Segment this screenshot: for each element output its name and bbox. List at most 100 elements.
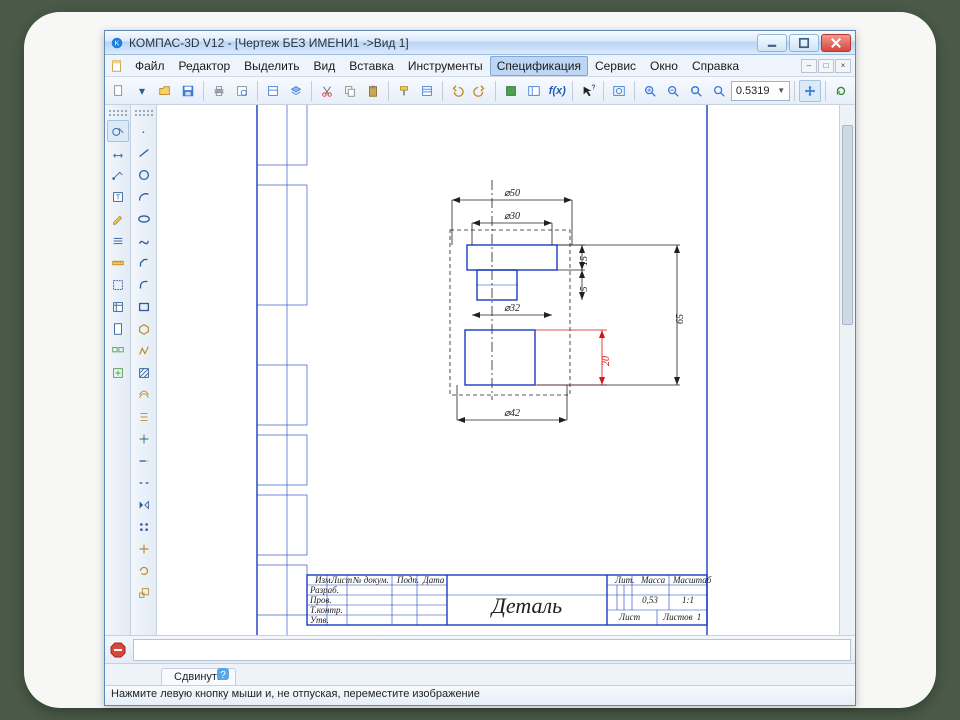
edit-tool[interactable] xyxy=(107,208,129,230)
annotation-tool[interactable] xyxy=(107,164,129,186)
geometry-tool[interactable] xyxy=(107,120,129,142)
parameters-tool[interactable] xyxy=(107,230,129,252)
equidistant-tool[interactable] xyxy=(133,406,155,428)
svg-text:Деталь: Деталь xyxy=(490,593,562,618)
maximize-button[interactable] xyxy=(789,34,819,52)
save-button[interactable] xyxy=(177,80,199,102)
zoom-input[interactable]: 0.5319 ▼ xyxy=(731,81,790,101)
menu-window[interactable]: Окно xyxy=(643,56,685,76)
format-painter-button[interactable] xyxy=(393,80,415,102)
scrollbar-thumb[interactable] xyxy=(842,125,853,325)
zoom-dropdown-icon[interactable]: ▼ xyxy=(777,86,785,95)
print-button[interactable] xyxy=(208,80,230,102)
measure-tool[interactable] xyxy=(107,252,129,274)
close-button[interactable] xyxy=(821,34,851,52)
toolbox-grip[interactable] xyxy=(135,110,153,116)
offset-tool[interactable] xyxy=(133,384,155,406)
svg-text:Разраб.: Разраб. xyxy=(309,585,339,595)
line-tool[interactable] xyxy=(133,142,155,164)
polygon-tool[interactable] xyxy=(133,318,155,340)
cut-button[interactable] xyxy=(316,80,338,102)
command-input[interactable] xyxy=(133,639,851,661)
copy-button[interactable] xyxy=(339,80,361,102)
help-cursor-button[interactable]: ? xyxy=(577,80,599,102)
paste-button[interactable] xyxy=(362,80,384,102)
toolbox-grip[interactable] xyxy=(109,110,127,116)
svg-text:Подп.: Подп. xyxy=(396,575,419,585)
views-tool[interactable] xyxy=(107,340,129,362)
rotate-tool[interactable] xyxy=(133,560,155,582)
rectangle-tool[interactable] xyxy=(133,296,155,318)
pan-button[interactable] xyxy=(799,80,821,102)
mdi-restore-button[interactable]: □ xyxy=(818,59,834,73)
stop-icon[interactable] xyxy=(109,641,127,659)
fillet-tool[interactable] xyxy=(133,274,155,296)
menu-select[interactable]: Выделить xyxy=(237,56,306,76)
chamfer-tool[interactable] xyxy=(133,252,155,274)
menu-insert[interactable]: Вставка xyxy=(342,56,401,76)
mdi-close-button[interactable]: × xyxy=(835,59,851,73)
zoom-in-button[interactable] xyxy=(639,80,661,102)
fx-button[interactable]: f(x) xyxy=(546,80,568,102)
undo-button[interactable] xyxy=(446,80,468,102)
break-tool[interactable] xyxy=(133,472,155,494)
svg-text:Лист: Лист xyxy=(330,575,353,585)
svg-text:1: 1 xyxy=(697,612,702,622)
zoom-window-button[interactable] xyxy=(685,80,707,102)
open-button[interactable] xyxy=(154,80,176,102)
mdi-minimize-button[interactable]: – xyxy=(801,59,817,73)
trim-tool[interactable] xyxy=(133,428,155,450)
zoom-out-button[interactable] xyxy=(662,80,684,102)
vertical-scrollbar[interactable] xyxy=(839,105,855,635)
point-tool[interactable]: · xyxy=(133,120,155,142)
new-button[interactable] xyxy=(108,80,130,102)
new-dropdown[interactable]: ▾ xyxy=(131,80,153,102)
ellipse-tool[interactable] xyxy=(133,208,155,230)
menu-help[interactable]: Справка xyxy=(685,56,746,76)
refresh-button[interactable] xyxy=(830,80,852,102)
svg-text:⌀42: ⌀42 xyxy=(504,408,520,419)
spec-tool[interactable] xyxy=(107,296,129,318)
hatch-tool[interactable] xyxy=(133,362,155,384)
library-button[interactable] xyxy=(500,80,522,102)
attributes-button[interactable] xyxy=(416,80,438,102)
layers-button[interactable] xyxy=(285,80,307,102)
menu-view[interactable]: Вид xyxy=(307,56,343,76)
scale-tool[interactable] xyxy=(133,582,155,604)
svg-text:⌀32: ⌀32 xyxy=(504,303,520,314)
dimension-tool[interactable] xyxy=(107,142,129,164)
menu-service[interactable]: Сервис xyxy=(588,56,643,76)
menu-specification[interactable]: Спецификация xyxy=(490,56,588,76)
svg-text:Дата: Дата xyxy=(422,575,445,585)
statusbar: Нажмите левую кнопку мыши и, не отпуская… xyxy=(105,685,855,705)
svg-text:Листов: Листов xyxy=(662,612,693,622)
circle-tool[interactable] xyxy=(133,164,155,186)
hint-icon[interactable]: ? xyxy=(215,666,231,685)
autoline-tool[interactable] xyxy=(133,340,155,362)
move-tool[interactable] xyxy=(133,538,155,560)
properties-button[interactable] xyxy=(262,80,284,102)
spline-tool[interactable] xyxy=(133,230,155,252)
redo-button[interactable] xyxy=(469,80,491,102)
select-tool[interactable] xyxy=(107,274,129,296)
menu-editor[interactable]: Редактор xyxy=(172,56,238,76)
arc-tool[interactable] xyxy=(133,186,155,208)
menu-tools[interactable]: Инструменты xyxy=(401,56,490,76)
insert-view-tool[interactable] xyxy=(107,362,129,384)
titlebar[interactable]: K КОМПАС-3D V12 - [Чертеж БЕЗ ИМЕНИ1 ->В… xyxy=(105,31,855,55)
svg-text:5: 5 xyxy=(579,287,590,292)
drawing-canvas[interactable]: ⌀50 ⌀30 xyxy=(157,105,839,635)
print-preview-button[interactable] xyxy=(231,80,253,102)
mirror-tool[interactable] xyxy=(133,494,155,516)
zoom-dynamic-button[interactable] xyxy=(708,80,730,102)
zoom-fit-button[interactable] xyxy=(608,80,630,102)
variables-button[interactable] xyxy=(523,80,545,102)
array-tool[interactable] xyxy=(133,516,155,538)
svg-text:Пров.: Пров. xyxy=(309,595,332,605)
text-tool[interactable]: T xyxy=(107,186,129,208)
command-tabs: ? Сдвинуть xyxy=(105,663,855,685)
minimize-button[interactable] xyxy=(757,34,787,52)
extend-tool[interactable] xyxy=(133,450,155,472)
report-tool[interactable] xyxy=(107,318,129,340)
menu-file[interactable]: Файл xyxy=(128,56,172,76)
